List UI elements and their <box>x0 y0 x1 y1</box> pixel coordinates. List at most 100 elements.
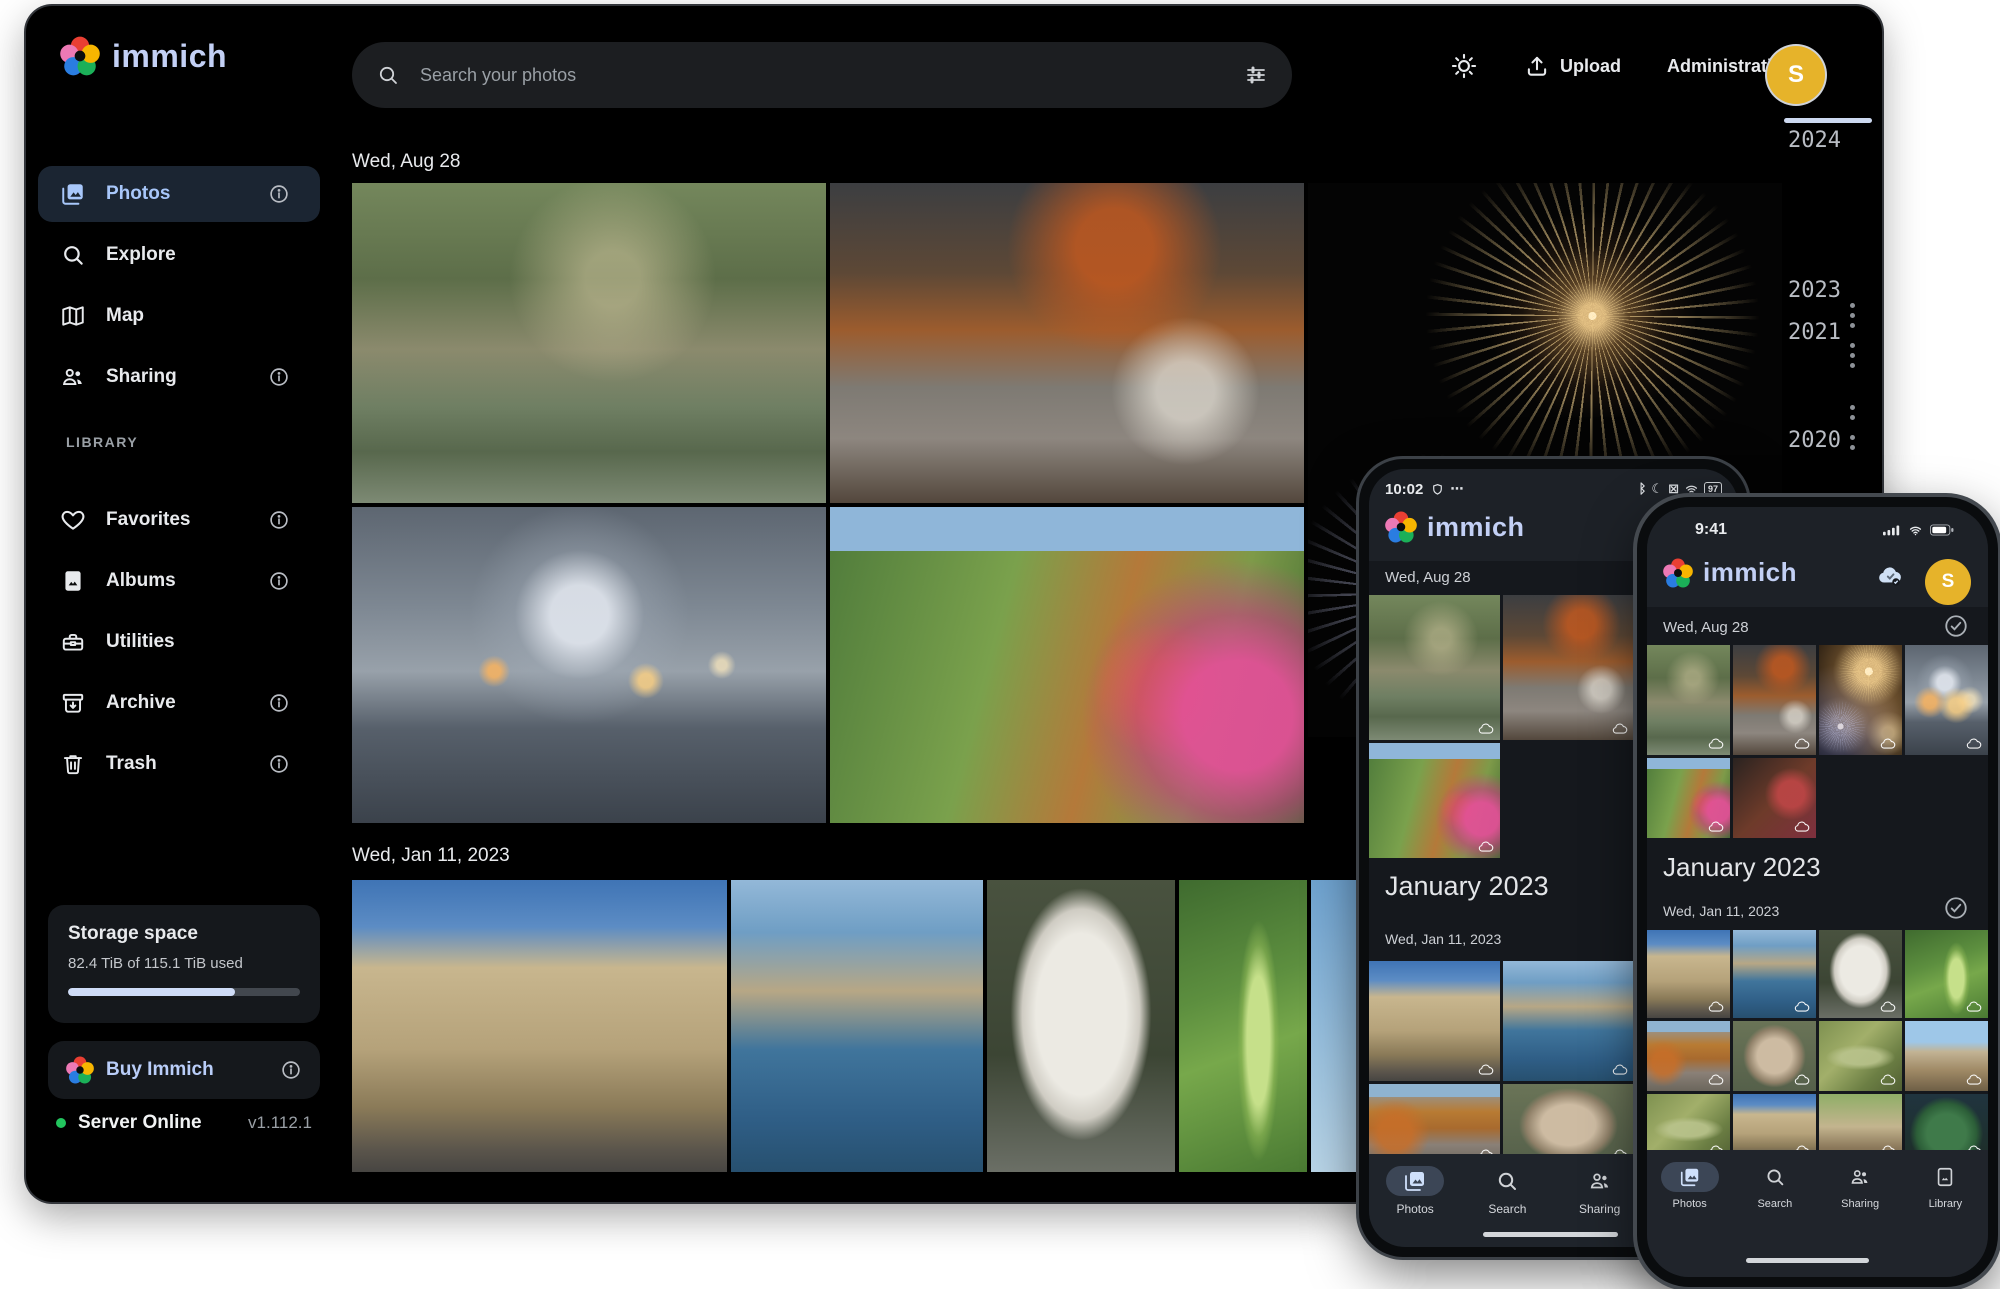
nav-item-search[interactable]: Search <box>1733 1162 1817 1210</box>
photo-tile-marble-bust[interactable] <box>987 880 1175 1172</box>
buy-immich-button[interactable]: Buy Immich <box>48 1041 320 1099</box>
info-icon <box>268 183 290 205</box>
status-time: 10:02 <box>1385 481 1423 498</box>
info-icon <box>268 753 290 775</box>
photo-tile-coastal-fort[interactable] <box>1733 930 1816 1018</box>
select-all-check-icon[interactable] <box>1943 613 1969 639</box>
nav-item-photos[interactable]: Photos <box>1648 1162 1732 1210</box>
storage-title: Storage space <box>68 923 300 945</box>
avatar-initial: S <box>1942 571 1955 593</box>
photo-tile-autumn-path[interactable] <box>1647 1021 1730 1091</box>
photo-tile-coastal-fort[interactable] <box>731 880 983 1172</box>
cloud-backup-icon <box>1880 737 1896 750</box>
photo-tile-castle-walls[interactable] <box>1369 961 1500 1081</box>
immich-logo-icon <box>66 1056 94 1084</box>
photo-tile-autumn-dinner-table[interactable] <box>1503 595 1634 740</box>
sidebar-item-label: Trash <box>106 753 157 775</box>
timeline-tick <box>1850 303 1855 308</box>
app-logo-text: immich <box>1703 557 1797 588</box>
sidebar-item-archive[interactable]: Archive <box>38 675 320 731</box>
app-logo-text: immich <box>112 38 227 75</box>
nav-item-library[interactable]: Library <box>1903 1162 1987 1210</box>
photo-tile-park-flower-path[interactable] <box>830 507 1304 823</box>
timeline-tick <box>1850 415 1855 420</box>
phone2-screen: 9:41 immich S Wed, Aug 28 January 2023 W… <box>1647 507 1988 1277</box>
sidebar-item-sharing[interactable]: Sharing <box>38 349 320 405</box>
photo-tile-holding-hands-dusk[interactable] <box>352 507 826 823</box>
nav-item-search[interactable]: Search <box>1465 1166 1549 1216</box>
home-indicator[interactable] <box>1483 1232 1618 1237</box>
people-icon <box>1831 1162 1889 1192</box>
photo-tile-autumn-dinner-table[interactable] <box>830 183 1304 503</box>
photo-tile-green-plant[interactable] <box>1179 880 1307 1172</box>
photo-tile-marble-bust[interactable] <box>1819 930 1902 1018</box>
upload-button[interactable]: Upload <box>1524 53 1621 79</box>
sidebar-item-utilities[interactable]: Utilities <box>38 614 320 670</box>
cloud-backup-icon <box>1708 1000 1724 1013</box>
app-logo-text: immich <box>1427 512 1525 543</box>
sidebar-item-label: Map <box>106 305 144 327</box>
search-filter-icon[interactable] <box>1244 63 1268 87</box>
upload-label: Upload <box>1560 56 1621 77</box>
photo-tile-stone-tower[interactable] <box>1905 1021 1988 1091</box>
sidebar-item-favorites[interactable]: Favorites <box>38 492 320 548</box>
trash-icon <box>60 751 86 777</box>
toolbox-icon <box>60 629 86 655</box>
sidebar-item-explore[interactable]: Explore <box>38 227 320 283</box>
cloud-backup-icon <box>1478 840 1494 853</box>
photo-tile-zoo-monkeys[interactable] <box>1647 645 1730 755</box>
app-logo[interactable]: immich <box>60 36 227 76</box>
storage-usage: 82.4 TiB of 115.1 TiB used <box>68 955 300 972</box>
sidebar-item-photos[interactable]: Photos <box>38 166 320 222</box>
photo-tile-holding-hands-dusk[interactable] <box>1905 645 1988 755</box>
photo-tile-dark-flowers[interactable] <box>1733 758 1816 838</box>
nav-item-sharing[interactable]: Sharing <box>1818 1162 1902 1210</box>
search-bar[interactable] <box>352 42 1292 108</box>
photo-tile-autumn-dinner-table[interactable] <box>1733 645 1816 755</box>
user-avatar[interactable]: S <box>1767 46 1825 104</box>
month-header: January 2023 <box>1663 852 1821 883</box>
upload-icon <box>1524 53 1550 79</box>
photo-tile-fireworks[interactable] <box>1819 645 1902 755</box>
server-status-row: Server Online v1.112.1 <box>48 1112 320 1134</box>
photo-tile-castle-walls[interactable] <box>352 880 727 1172</box>
heart-icon <box>60 507 86 533</box>
nav-label: Library <box>1929 1198 1963 1210</box>
battery-icon: 97 <box>1704 482 1722 496</box>
nav-label: Search <box>1757 1198 1792 1210</box>
search-input[interactable] <box>418 64 1244 87</box>
photo-tile-castle-walls[interactable] <box>1647 930 1730 1018</box>
more-notifications-icon: ⋯ <box>1450 482 1463 497</box>
nav-label: Search <box>1488 1202 1526 1216</box>
cloud-backup-icon <box>1966 1073 1982 1086</box>
photo-tile-coastal-fort[interactable] <box>1503 961 1634 1081</box>
phone2-photo-grid-jan <box>1647 930 1988 1162</box>
avatar-initial: S <box>1788 61 1804 89</box>
photo-tile-zoo-monkeys[interactable] <box>352 183 826 503</box>
photo-tile-park-flower-path[interactable] <box>1647 758 1730 838</box>
photo-tile-park-flower-path[interactable] <box>1369 743 1500 858</box>
cloud-backup-icon <box>1794 820 1810 833</box>
cloud-sync-icon[interactable] <box>1875 563 1905 589</box>
nav-label: Photos <box>1673 1198 1707 1210</box>
theme-toggle-sun-icon[interactable] <box>1450 52 1478 80</box>
home-indicator[interactable] <box>1746 1258 1869 1263</box>
photo-tile-zoo-monkeys[interactable] <box>1369 595 1500 740</box>
date-group-header: Wed, Aug 28 <box>352 151 460 173</box>
cloud-backup-icon <box>1880 1000 1896 1013</box>
sidebar-item-trash[interactable]: Trash <box>38 736 320 792</box>
nav-item-sharing[interactable]: Sharing <box>1558 1166 1642 1216</box>
info-icon <box>268 692 290 714</box>
timeline-position-indicator[interactable] <box>1784 118 1872 123</box>
user-avatar[interactable]: S <box>1925 559 1971 605</box>
photo-tile-green-plant[interactable] <box>1905 930 1988 1018</box>
sidebar-item-albums[interactable]: Albums <box>38 553 320 609</box>
nav-item-photos[interactable]: Photos <box>1373 1166 1457 1216</box>
photo-tile-lizard[interactable] <box>1819 1021 1902 1091</box>
photo-tile-stone-sculpture[interactable] <box>1733 1021 1816 1091</box>
phone1-app-logo: immich <box>1385 511 1525 543</box>
timeline-year: 2024 <box>1788 128 1860 153</box>
select-all-check-icon[interactable] <box>1943 895 1969 921</box>
sidebar-item-map[interactable]: Map <box>38 288 320 344</box>
archive-icon <box>60 690 86 716</box>
